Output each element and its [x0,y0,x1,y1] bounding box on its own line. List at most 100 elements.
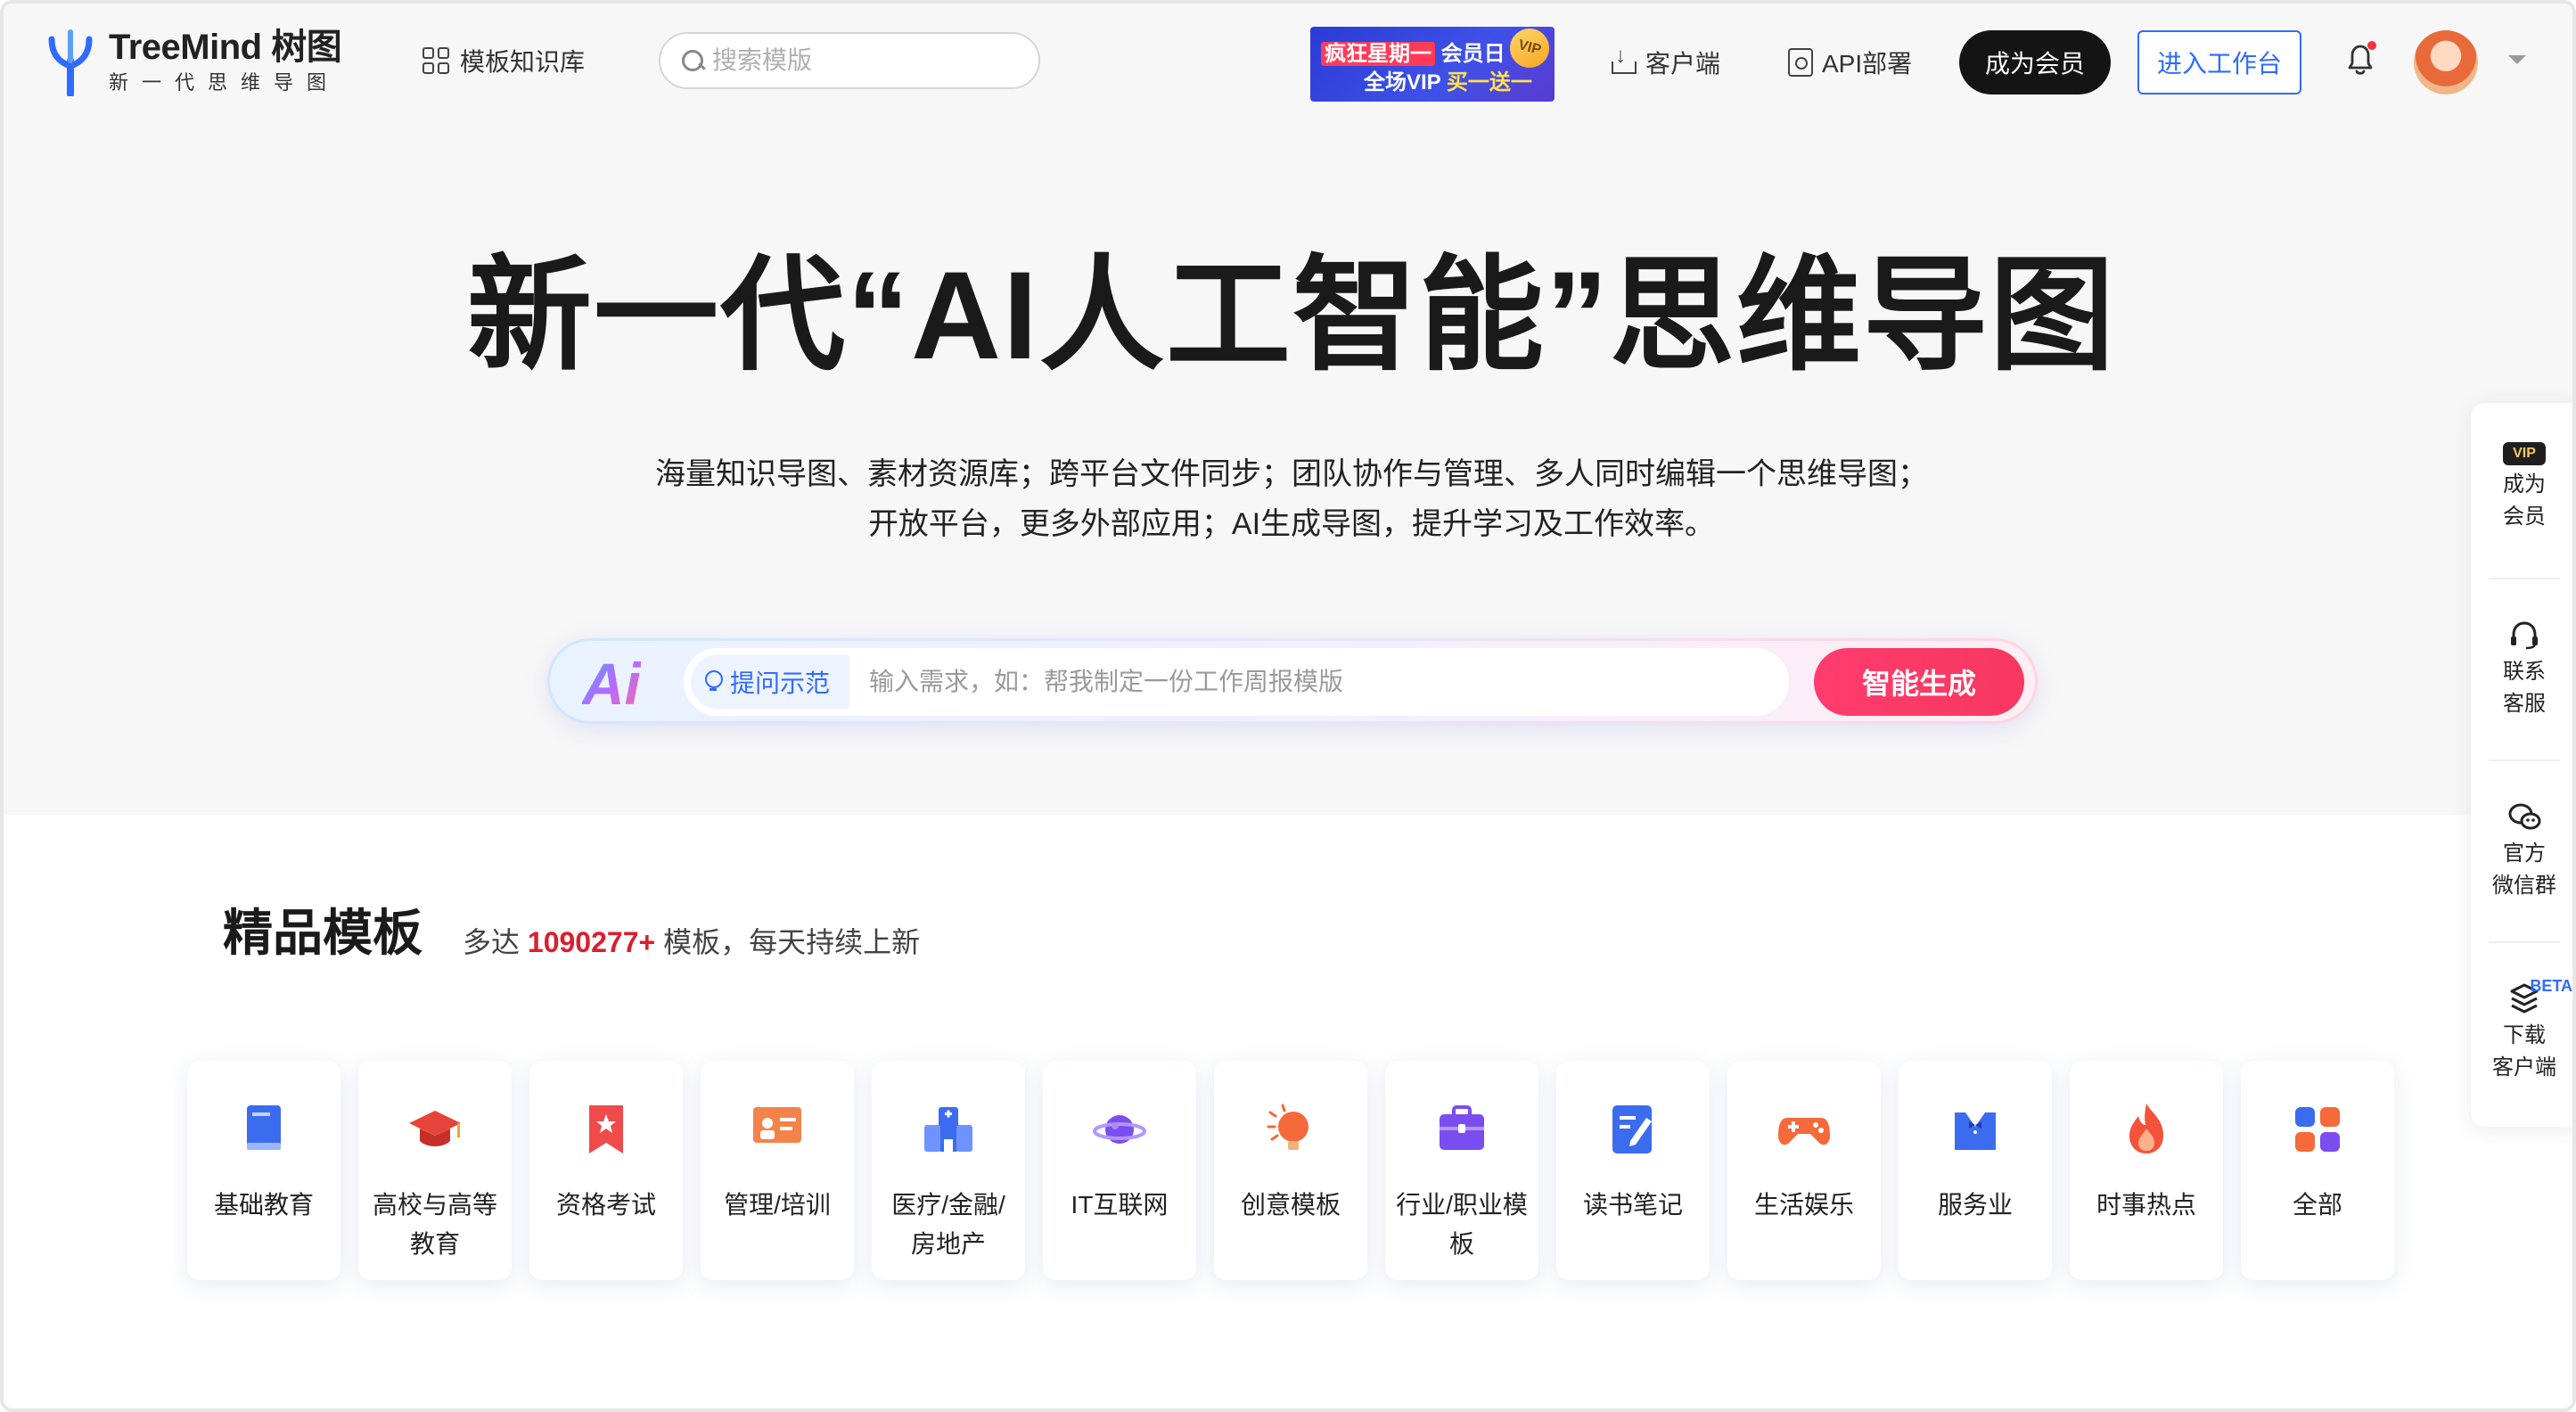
gamepad-icon [1778,1118,1830,1145]
category-label: 服务业 [1937,1191,2013,1219]
sidebar-wechat-l1: 官方 [2503,841,2546,866]
category-card-higher-education[interactable]: 高校与高等教育 [358,1061,512,1280]
sidebar-wechat-l2: 微信群 [2492,874,2556,898]
category-card-life-entertainment[interactable]: 生活娱乐 [1727,1061,1881,1280]
category-card-it-internet[interactable]: IT互联网 [1043,1061,1196,1280]
beta-badge: BETA [2530,977,2572,995]
search-icon [680,48,705,73]
headset-icon [2511,621,2538,650]
api-icon [1788,48,1813,77]
sidebar-download-client[interactable]: BETA 下载 客户端 [2471,977,2572,1084]
prompt-example-button[interactable]: 提问示范 [691,654,850,710]
sidebar-download-l1: 下载 [2503,1023,2546,1047]
briefcase-icon [1440,1105,1484,1150]
category-card-all[interactable]: 全部 [2241,1061,2394,1280]
hero-desc-line1: 海量知识导图、素材资源库；跨平台文件同步；团队协作与管理、多人同时编辑一个思维导… [655,457,1928,491]
book-icon [247,1105,281,1150]
category-card-creative-templates[interactable]: 创意模板 [1214,1061,1367,1280]
vip-badge-icon: VIP [2503,442,2546,465]
promo-line2-a: 全场VIP [1364,70,1441,94]
search-box[interactable] [659,32,1040,89]
sidebar-divider [2489,759,2560,761]
promo-banner[interactable]: 疯狂星期一 会员日 全场VIP 买一送一 VIP [1310,27,1555,102]
nav-api-label: API部署 [1822,50,1913,78]
category-label: 读书笔记 [1582,1191,1683,1219]
section-sub-prefix: 多达 [463,926,521,958]
logo-title: TreeMind 树图 [109,28,342,67]
category-card-current-hot-topics[interactable]: 时事热点 [2070,1061,2223,1280]
category-label: 资格考试 [555,1191,656,1219]
sidebar-service-l1: 联系 [2503,660,2546,684]
category-card-qualification-exam[interactable]: 资格考试 [529,1061,683,1280]
category-label: 全部 [2292,1191,2342,1219]
category-label: 高校与高等教育 [372,1191,497,1258]
note-pen-icon [1612,1105,1652,1153]
section-sub-suffix: 模板，每天持续上新 [663,926,921,958]
floating-sidebar: VIP 成为 会员 联系 客服 官方 微信群 BETA 下载 客户端 [2471,403,2572,1127]
ai-input-field[interactable]: 提问示范 [684,648,1789,716]
become-member-button[interactable]: 成为会员 [1959,30,2111,94]
enter-workbench-button[interactable]: 进入工作台 [2137,30,2301,94]
presentation-board-icon [753,1107,801,1143]
graduation-cap-icon [409,1111,461,1146]
nav-template-library-label: 模板知识库 [460,48,586,76]
hero-title: 新一代“AI人工智能”思维导图 [466,245,2116,385]
category-card-basic-education[interactable]: 基础教育 [187,1061,340,1280]
fire-icon [2129,1104,2163,1153]
sidebar-divider [2489,578,2560,579]
category-label: 管理/培训 [724,1191,831,1219]
top-nav: TreeMind 树图 新一代思维导图 模板知识库 疯狂星期一 会员日 全场VI… [4,4,2572,119]
category-label: 生活娱乐 [1753,1191,1854,1219]
hero-description: 海量知识导图、素材资源库；跨平台文件同步；团队协作与管理、多人同时编辑一个思维导… [4,449,2572,549]
category-card-service-industry[interactable]: 服务业 [1899,1061,2052,1280]
template-count: 1090277+ [527,926,656,958]
category-label: 行业/职业模板 [1396,1191,1528,1258]
category-label: 时事热点 [2096,1191,2196,1219]
category-cards: 基础教育 高校与高等教育 资格考试 管理/培训 医疗/金融/房地产 IT互联网 … [187,1061,2394,1280]
category-card-reading-notes[interactable]: 读书笔记 [1556,1061,1710,1280]
category-label: 基础教育 [213,1191,314,1219]
logo[interactable]: TreeMind 树图 新一代思维导图 [43,27,342,96]
category-card-management-training[interactable]: 管理/培训 [701,1061,854,1280]
sidebar-download-l2: 客户端 [2492,1055,2556,1080]
lightbulb-icon [1267,1104,1309,1150]
planet-icon [1093,1115,1146,1144]
sidebar-member-l1: 成为 [2503,472,2546,497]
sidebar-become-member[interactable]: VIP 成为 会员 [2471,442,2572,533]
nav-api-deploy[interactable]: API部署 [1788,45,1912,80]
promo-line2: 全场VIP 买一送一 [1364,64,1532,95]
bookmark-star-icon [589,1105,623,1153]
apps-grid-icon [2295,1107,2340,1152]
chevron-down-icon[interactable] [2508,55,2526,64]
wechat-icon [2508,803,2541,830]
logo-subtitle: 新一代思维导图 [109,71,340,94]
section-subtitle: 多达 1090277+ 模板，每天持续上新 [463,920,920,961]
prompt-example-label: 提问示范 [730,669,831,697]
promo-line1-rest: 会员日 [1440,42,1505,66]
hero-desc-line2: 开放平台，更多外部应用；AI生成导图，提升学习及工作效率。 [867,507,1716,541]
bell-icon[interactable] [2341,39,2380,78]
sidebar-contact-service[interactable]: 联系 客服 [2471,617,2572,720]
promo-line1: 疯狂星期一 会员日 [1321,36,1505,67]
category-card-industry-career[interactable]: 行业/职业模板 [1385,1061,1538,1280]
lightbulb-icon [703,670,723,694]
search-input[interactable] [712,46,1015,75]
sidebar-wechat-group[interactable]: 官方 微信群 [2471,799,2572,902]
nav-client-label: 客户端 [1645,50,1721,78]
promo-hot-text: 疯狂星期一 [1321,42,1435,66]
sidebar-service-l2: 客服 [2503,692,2546,716]
category-label: 医疗/金融/房地产 [891,1191,1005,1258]
browser-frame: TreeMind 树图 新一代思维导图 模板知识库 疯狂星期一 会员日 全场VI… [0,0,2576,1412]
ai-prompt-input[interactable] [869,668,1789,696]
avatar[interactable] [2414,30,2478,94]
ai-generate-bar: Ai 提问示范 智能生成 [547,638,2038,724]
grid-icon [422,47,449,74]
category-card-medical-finance-realestate[interactable]: 医疗/金融/房地产 [872,1061,1025,1280]
download-icon [1610,44,1637,76]
sidebar-member-l2: 会员 [2503,505,2546,529]
nav-client-download[interactable]: 客户端 [1610,44,1721,80]
smart-generate-button[interactable]: 智能生成 [1814,648,2024,716]
nav-template-library[interactable]: 模板知识库 [422,43,585,78]
section-title: 精品模板 [223,905,422,961]
sidebar-divider [2489,941,2560,943]
